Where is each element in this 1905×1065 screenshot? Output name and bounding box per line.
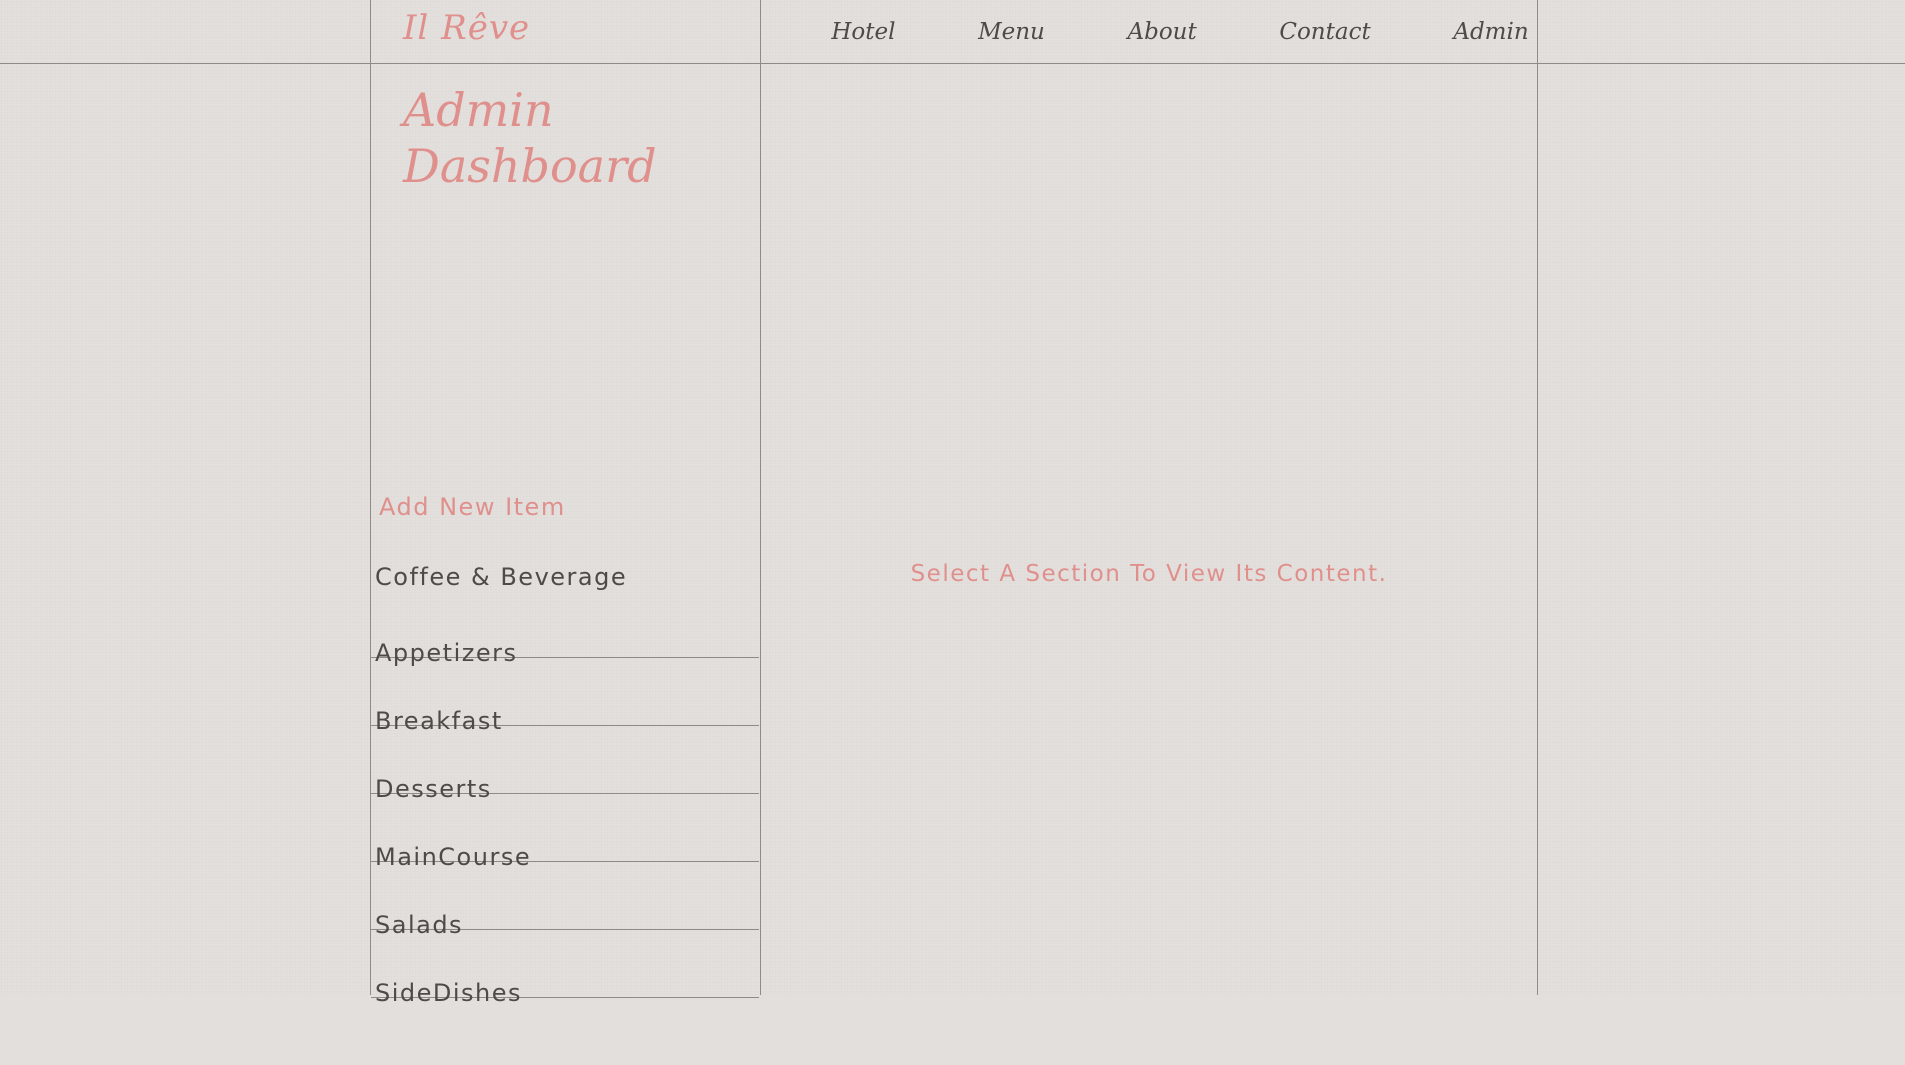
empty-state-message: Select A Section To View Its Content.	[910, 561, 1388, 587]
main-nav: Hotel Menu About Contact Admin	[790, 0, 1570, 63]
category-label: Appetizers	[375, 639, 518, 667]
nav-link-admin[interactable]: Admin	[1453, 19, 1528, 45]
top-header: Il Rêve Hotel Menu About Contact Admin	[0, 0, 1905, 64]
page-title: Admin Dashboard	[403, 83, 657, 193]
nav-link-about[interactable]: About	[1127, 19, 1196, 45]
nav-link-contact[interactable]: Contact	[1279, 19, 1370, 45]
content-area: Select A Section To View Its Content.	[761, 64, 1537, 995]
category-label: Coffee & Beverage	[375, 563, 628, 591]
nav-link-hotel[interactable]: Hotel	[831, 19, 895, 45]
category-label: Desserts	[375, 775, 492, 803]
category-item-sidedishes[interactable]: SideDishes	[371, 979, 759, 1065]
category-list: Coffee & Beverage Appetizers Breakfast D…	[371, 563, 759, 1065]
brand-logo[interactable]: Il Rêve	[403, 8, 530, 48]
add-new-item-button[interactable]: Add New Item	[379, 493, 566, 521]
admin-sidebar: Admin Dashboard Add New Item Coffee & Be…	[371, 64, 759, 1007]
divider-right	[1537, 0, 1538, 995]
category-label: SideDishes	[375, 979, 523, 1007]
category-label: Breakfast	[375, 707, 503, 735]
nav-link-menu[interactable]: Menu	[978, 19, 1045, 45]
category-label: Salads	[375, 911, 464, 939]
category-label: MainCourse	[375, 843, 532, 871]
